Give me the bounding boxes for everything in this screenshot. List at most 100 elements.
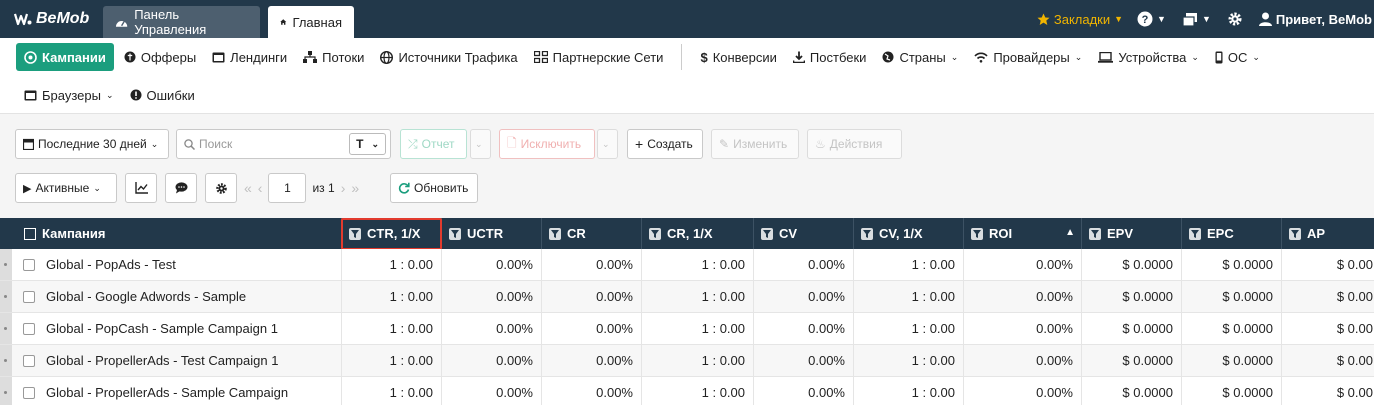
nav-countries[interactable]: Страны ⌄ [874, 43, 966, 71]
cell-cv: 0.00% [754, 345, 854, 376]
home-icon [280, 19, 287, 25]
filter-icon[interactable] [971, 227, 983, 240]
create-button[interactable]: + Создать [627, 129, 703, 159]
exclude-dropdown[interactable]: ⌄ [597, 129, 618, 159]
user-greeting: Привет, BeMob [1275, 11, 1372, 27]
page-number-input[interactable]: 1 [268, 173, 307, 203]
col-ap[interactable]: AP [1282, 218, 1374, 249]
cell-campaign-name[interactable]: Global - PropellerAds - Test Campaign 1 [0, 345, 342, 376]
nav-providers[interactable]: Провайдеры ⌄ [966, 43, 1090, 71]
col-epv[interactable]: EPV [1082, 218, 1182, 249]
flows-icon [303, 51, 318, 63]
filter-icon[interactable] [1189, 227, 1201, 240]
table-row[interactable]: Global - PopCash - Sample Campaign 11 : … [0, 313, 1374, 345]
next-page-icon[interactable]: › [341, 180, 346, 196]
column-settings-button[interactable] [205, 173, 237, 203]
globe-icon [882, 51, 894, 63]
col-cr-1x[interactable]: CR, 1/X [642, 218, 754, 249]
nav-errors[interactable]: Ошибки [122, 81, 203, 109]
nav-flows-label: Потоки [322, 49, 365, 65]
nav-affiliate-networks-label: Партнерские Сети [552, 49, 664, 65]
nav-campaigns-label: Кампании [42, 49, 106, 65]
col-cv-1x[interactable]: CV, 1/X [854, 218, 964, 249]
comments-button[interactable] [165, 173, 197, 203]
col-ctr[interactable]: CTR, 1/X [342, 218, 442, 249]
col-campaign[interactable]: Кампания [0, 218, 342, 249]
nav-postbacks[interactable]: Постбеки [785, 43, 875, 71]
cell-campaign-name[interactable]: Global - PopAds - Test [0, 249, 342, 280]
tab-dashboard-label: Панель Управления [134, 7, 207, 37]
nav-offers[interactable]: Офферы [116, 43, 204, 71]
search-input[interactable]: Поиск T ⌄ [176, 129, 391, 159]
refresh-button[interactable]: Обновить [390, 173, 478, 203]
settings-button[interactable] [1227, 11, 1243, 27]
date-range-select[interactable]: Последние 30 дней ⌄ [15, 129, 169, 159]
nav-affiliate-networks[interactable]: Партнерские Сети [526, 43, 672, 71]
first-page-icon[interactable]: « [244, 180, 252, 196]
last-page-icon[interactable]: » [351, 180, 359, 196]
bookmarks-menu[interactable]: Закладки ▼ [1037, 12, 1123, 27]
edit-button[interactable]: ✎ Изменить [711, 129, 799, 159]
cell-cv-1x: 1 : 0.00 [854, 281, 964, 312]
chevron-down-icon: ⌄ [371, 138, 379, 149]
col-uctr[interactable]: UCTR [442, 218, 542, 249]
search-type-select[interactable]: T ⌄ [349, 133, 386, 155]
gift-icon [124, 51, 136, 63]
copy-menu[interactable]: ▼ [1182, 12, 1211, 27]
nav-flows[interactable]: Потоки [295, 43, 372, 71]
nav-landings[interactable]: Лендинги [204, 43, 295, 71]
table-row[interactable]: Global - PropellerAds - Test Campaign 11… [0, 345, 1374, 377]
nav-devices[interactable]: Устройства ⌄ [1090, 43, 1207, 71]
report-button[interactable]: ⤮ Отчет [400, 129, 467, 159]
cell-uctr: 0.00% [442, 249, 542, 280]
cell-campaign-name[interactable]: Global - PopCash - Sample Campaign 1 [0, 313, 342, 344]
col-roi[interactable]: ROI ▲ [964, 218, 1082, 249]
select-all-checkbox[interactable] [24, 227, 36, 240]
filter-icon[interactable] [1089, 227, 1101, 240]
nav-campaigns[interactable]: Кампании [16, 43, 114, 71]
nav-os[interactable]: ОС ⌄ [1207, 43, 1268, 71]
chevron-down-icon: ⌄ [150, 138, 159, 149]
tab-dashboard[interactable]: Панель Управления [103, 6, 260, 38]
col-cr[interactable]: CR [542, 218, 642, 249]
nav-traffic-sources[interactable]: Источники Трафика [372, 43, 525, 71]
actions-button[interactable]: ♨ Действия [807, 129, 902, 159]
exclude-button[interactable]: 🗋 Исключить [499, 129, 595, 159]
bemob-logo[interactable]: BeMob [14, 10, 89, 28]
cell-uctr: 0.00% [442, 281, 542, 312]
user-icon [1258, 12, 1272, 26]
nav-browsers[interactable]: Браузеры ⌄ [22, 81, 122, 109]
filter-icon[interactable] [1289, 227, 1301, 240]
nav-conversions[interactable]: $ Конверсии [692, 43, 784, 71]
filter-icon[interactable] [449, 227, 461, 240]
filter-icon[interactable] [761, 227, 773, 240]
pencil-icon: ✎ [719, 137, 730, 151]
table-row[interactable]: Global - PopAds - Test 1 : 0.00 0.00% 0.00%… [0, 249, 1374, 281]
filter-icon[interactable] [349, 227, 361, 240]
user-menu[interactable]: Привет, BeMob [1258, 11, 1372, 27]
chart-button[interactable] [125, 173, 157, 203]
col-cv[interactable]: CV [754, 218, 854, 249]
chevron-down-icon: ▼ [1157, 14, 1166, 24]
cell-uctr: 0.00% [442, 345, 542, 376]
table-row[interactable]: Global - PropellerAds - Sample Campaign 1… [0, 377, 1374, 405]
toolbar: Последние 30 дней ⌄ Поиск T ⌄ ⤮ Отчет ⌄ … [0, 114, 1374, 218]
filter-icon[interactable] [649, 227, 661, 240]
cell-epv: $ 0.0000 [1082, 377, 1182, 405]
col-epc[interactable]: EPC [1182, 218, 1282, 249]
status-filter-select[interactable]: ▶ Активные ⌄ [15, 173, 117, 203]
cell-campaign-name[interactable]: Global - Google Adwords - Sample [0, 281, 342, 312]
filter-icon[interactable] [549, 227, 561, 240]
prev-page-icon[interactable]: ‹ [258, 180, 263, 196]
cell-campaign-name[interactable]: Global - PropellerAds - Sample Campaign [0, 377, 342, 405]
edit-label: Изменить [733, 137, 788, 151]
help-menu[interactable]: ? ▼ [1137, 11, 1166, 27]
report-dropdown[interactable]: ⌄ [470, 129, 491, 159]
chevron-down-icon: ⌄ [1074, 51, 1083, 62]
sort-asc-icon[interactable]: ▲ [1065, 227, 1075, 238]
tab-home[interactable]: Главная [268, 6, 354, 38]
phone-icon [1215, 51, 1223, 64]
nav-row-secondary: Браузеры ⌄ Ошибки [22, 80, 203, 110]
table-row[interactable]: Global - Google Adwords - Sample 1 : 0.00… [0, 281, 1374, 313]
filter-icon[interactable] [861, 227, 873, 240]
